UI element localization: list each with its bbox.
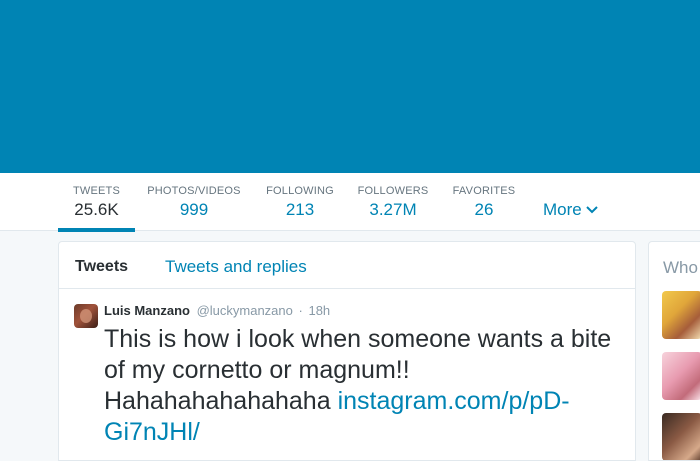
stat-photos-videos[interactable]: PHOTOS/VIDEOS 999 bbox=[147, 173, 241, 231]
tweet-separator: · bbox=[298, 303, 303, 318]
stat-photos-videos-label: PHOTOS/VIDEOS bbox=[147, 185, 241, 197]
stat-following-value: 213 bbox=[285, 200, 315, 219]
tweet-timestamp[interactable]: 18h bbox=[308, 303, 330, 318]
stat-followers[interactable]: FOLLOWERS 3.27M bbox=[357, 173, 429, 231]
tweet-avatar[interactable] bbox=[74, 304, 98, 328]
tweet-fullname[interactable]: Luis Manzano bbox=[104, 303, 190, 318]
who-to-follow-title: Who bbox=[663, 258, 698, 277]
stat-tweets-label: TWEETS bbox=[72, 185, 121, 197]
tab-tweets-and-replies[interactable]: Tweets and replies bbox=[165, 257, 307, 277]
tab-tweets[interactable]: Tweets bbox=[75, 258, 128, 276]
stat-following[interactable]: FOLLOWING 213 bbox=[264, 173, 336, 231]
profile-header-banner bbox=[0, 0, 700, 173]
chevron-down-icon bbox=[586, 206, 598, 214]
more-button-label: More bbox=[543, 200, 582, 219]
stat-following-label: FOLLOWING bbox=[266, 185, 334, 197]
suggestion-avatar[interactable] bbox=[662, 291, 700, 339]
timeline-panel: Tweets Tweets and replies Luis Manzano @… bbox=[58, 241, 636, 461]
stat-favorites[interactable]: FAVORITES 26 bbox=[452, 173, 516, 231]
tweet-text: This is how i look when someone wants a … bbox=[104, 324, 624, 448]
tweet-item[interactable]: Luis Manzano @luckymanzano · 18h This is… bbox=[59, 289, 635, 446]
stat-tweets[interactable]: TWEETS 25.6K bbox=[58, 173, 135, 232]
stat-tweets-value: 25.6K bbox=[74, 200, 119, 219]
who-to-follow-card: Who bbox=[648, 241, 700, 461]
tweet-username[interactable]: @luckymanzano bbox=[197, 303, 293, 318]
stat-followers-value: 3.27M bbox=[369, 200, 417, 219]
timeline-tabs: Tweets Tweets and replies bbox=[59, 242, 635, 289]
more-button[interactable]: More bbox=[543, 200, 598, 220]
stat-followers-label: FOLLOWERS bbox=[357, 185, 429, 197]
stat-favorites-label: FAVORITES bbox=[452, 185, 516, 197]
stat-photos-videos-value: 999 bbox=[179, 200, 209, 219]
suggestion-avatar[interactable] bbox=[662, 352, 700, 400]
suggestion-avatar[interactable] bbox=[662, 413, 700, 460]
tweet-header: Luis Manzano @luckymanzano · 18h bbox=[104, 303, 330, 318]
stat-favorites-value: 26 bbox=[474, 200, 494, 219]
